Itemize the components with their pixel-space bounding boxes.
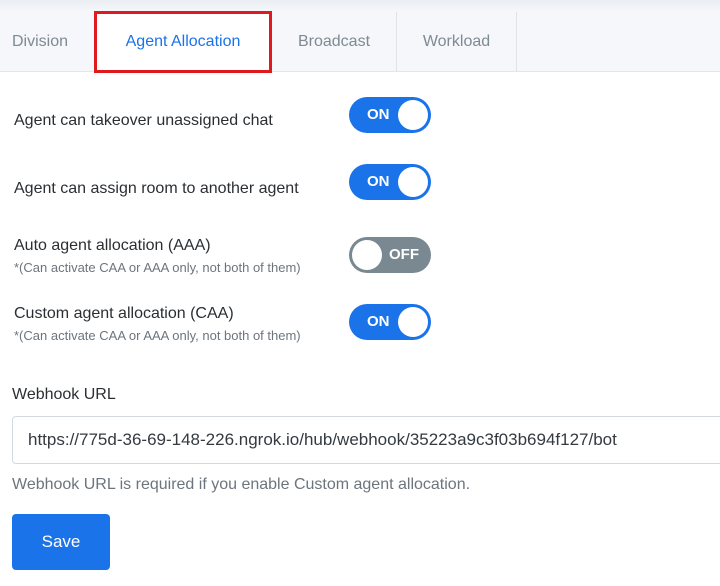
custom-agent-allocation-toggle[interactable]: ON xyxy=(349,304,431,340)
toggle-state-text: ON xyxy=(367,173,390,190)
settings-tab-bar: Division Agent Allocation Broadcast Work… xyxy=(0,0,720,73)
assign-room-toggle[interactable]: ON xyxy=(349,164,431,200)
takeover-unassigned-chat-label: Agent can takeover unassigned chat xyxy=(14,112,273,129)
webhook-url-label: Webhook URL xyxy=(12,386,116,403)
custom-agent-allocation-label: Custom agent allocation (CAA) xyxy=(14,305,234,322)
custom-agent-allocation-note: *(Can activate CAA or AAA only, not both… xyxy=(14,328,301,343)
toggle-state-text: ON xyxy=(367,106,390,123)
agent-allocation-settings-page: Division Agent Allocation Broadcast Work… xyxy=(0,0,720,586)
toggle-knob xyxy=(398,100,428,130)
toggle-knob xyxy=(352,240,382,270)
tab-agent-allocation[interactable]: Agent Allocation xyxy=(94,11,272,73)
webhook-url-input[interactable] xyxy=(12,416,720,464)
webhook-url-help-text: Webhook URL is required if you enable Cu… xyxy=(12,476,471,493)
tab-broadcast[interactable]: Broadcast xyxy=(272,12,397,71)
tab-division[interactable]: Division xyxy=(0,12,95,71)
auto-agent-allocation-label: Auto agent allocation (AAA) xyxy=(14,237,211,254)
auto-agent-allocation-toggle[interactable]: OFF xyxy=(349,237,431,273)
assign-room-label: Agent can assign room to another agent xyxy=(14,180,299,197)
tab-workload[interactable]: Workload xyxy=(397,12,517,71)
toggle-knob xyxy=(398,307,428,337)
auto-agent-allocation-note: *(Can activate CAA or AAA only, not both… xyxy=(14,260,301,275)
takeover-unassigned-chat-toggle[interactable]: ON xyxy=(349,97,431,133)
toggle-knob xyxy=(398,167,428,197)
toggle-state-text: OFF xyxy=(389,246,419,263)
toggle-state-text: ON xyxy=(367,313,390,330)
save-button[interactable]: Save xyxy=(12,514,110,570)
